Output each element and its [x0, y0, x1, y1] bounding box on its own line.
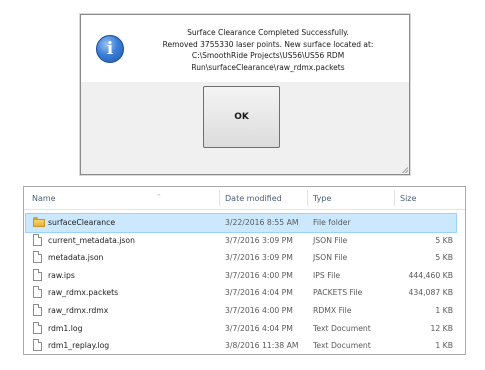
- column-header-size[interactable]: Size: [400, 194, 416, 203]
- file-row-rdm1-replay-log[interactable]: rdm1_replay.log 3/8/2016 11:38 AM Text D…: [24, 337, 465, 355]
- file-icon: [33, 233, 42, 246]
- file-row-surfaceclearance[interactable]: surfaceClearance 3/22/2016 8:55 AM File …: [25, 213, 457, 233]
- column-header-date[interactable]: Date modified: [225, 194, 282, 203]
- file-date: 3/7/2016 4:00 PM: [225, 305, 293, 315]
- file-date: 3/7/2016 4:04 PM: [225, 288, 293, 298]
- folder-icon: [33, 217, 45, 227]
- file-size: 1 KB: [435, 341, 453, 351]
- file-type: File folder: [313, 218, 351, 227]
- message-line: C:\SmoothRide Projects\US56\US56 RDM: [191, 51, 345, 60]
- file-type: RDMX File: [313, 305, 352, 315]
- file-size: 5 KB: [435, 235, 453, 245]
- file-icon: [33, 339, 42, 352]
- file-date: 3/8/2016 11:38 AM: [225, 341, 299, 351]
- file-list: ^ Name Date modified Type Size surfaceCl…: [23, 186, 466, 355]
- file-size: 12 KB: [430, 323, 453, 333]
- file-icon: [33, 268, 42, 281]
- file-type: JSON File: [313, 253, 348, 263]
- file-type: Text Document: [313, 323, 371, 333]
- message-line: Run\surfaceClearance\raw_rdmx.packets: [191, 62, 345, 72]
- file-size: 434,087 KB: [408, 288, 453, 298]
- file-row-raw-rdmx-rdmx[interactable]: raw_rdmx.rdmx 3/7/2016 4:00 PM RDMX File…: [24, 302, 465, 320]
- file-row-current-metadata-json[interactable]: current_metadata.json 3/7/2016 3:09 PM J…: [24, 232, 465, 250]
- file-date: 3/7/2016 4:00 PM: [225, 270, 293, 280]
- file-row-rdm1-log[interactable]: rdm1.log 3/7/2016 4:04 PM Text Document …: [24, 320, 465, 338]
- column-header-bar: ^ Name Date modified Type Size: [24, 187, 465, 210]
- information-icon: i: [96, 35, 124, 63]
- file-icon: [33, 251, 42, 264]
- file-date: 3/7/2016 3:09 PM: [225, 235, 293, 245]
- dialog-message-area: i Surface Clearance Completed Successful…: [81, 15, 409, 82]
- file-icon: [33, 303, 42, 316]
- file-icon: [33, 286, 42, 299]
- file-name: metadata.json: [48, 253, 104, 263]
- column-divider[interactable]: [307, 190, 308, 206]
- file-size: 1 KB: [435, 305, 453, 315]
- file-date: 3/7/2016 4:04 PM: [225, 323, 293, 333]
- file-size: 444,460 KB: [408, 270, 453, 280]
- file-size: 5 KB: [435, 253, 453, 263]
- file-name: current_metadata.json: [48, 235, 135, 245]
- file-type: IPS File: [313, 270, 341, 280]
- file-name: raw_rdmx.rdmx: [48, 305, 109, 315]
- file-name: raw_rdmx.packets: [48, 288, 119, 298]
- column-divider[interactable]: [219, 190, 220, 206]
- file-date: 3/22/2016 8:55 AM: [225, 218, 299, 227]
- column-divider[interactable]: [394, 190, 395, 206]
- file-icon: [33, 321, 42, 334]
- file-type: Text Document: [313, 341, 371, 351]
- dialog-message: Surface Clearance Completed Successfully…: [133, 27, 403, 73]
- file-name: rdm1_replay.log: [48, 341, 110, 351]
- file-name: surfaceClearance: [48, 218, 116, 227]
- resize-grip-icon[interactable]: [400, 165, 408, 173]
- file-type: JSON File: [313, 235, 348, 245]
- file-row-raw-rdmx-packets[interactable]: raw_rdmx.packets 3/7/2016 4:04 PM PACKET…: [24, 284, 465, 302]
- ok-button[interactable]: OK: [203, 86, 280, 148]
- file-date: 3/7/2016 3:09 PM: [225, 253, 293, 263]
- column-header-type[interactable]: Type: [313, 194, 331, 203]
- message-dialog: i Surface Clearance Completed Successful…: [80, 14, 410, 175]
- screen: i Surface Clearance Completed Successful…: [0, 0, 485, 370]
- file-name: raw.ips: [48, 270, 75, 280]
- file-row-metadata-json[interactable]: metadata.json 3/7/2016 3:09 PM JSON File…: [24, 249, 465, 267]
- file-row-raw-ips[interactable]: raw.ips 3/7/2016 4:00 PM IPS File 444,46…: [24, 267, 465, 285]
- column-header-name[interactable]: Name: [32, 194, 56, 203]
- message-line: Surface Clearance Completed Successfully…: [187, 28, 349, 37]
- file-type: PACKETS File: [313, 288, 363, 298]
- message-line: Removed 3755330 laser points. New surfac…: [162, 39, 374, 49]
- file-rows: surfaceClearance 3/22/2016 8:55 AM File …: [24, 213, 465, 355]
- file-name: rdm1.log: [48, 323, 83, 333]
- sort-arrow-icon: ^: [157, 194, 162, 200]
